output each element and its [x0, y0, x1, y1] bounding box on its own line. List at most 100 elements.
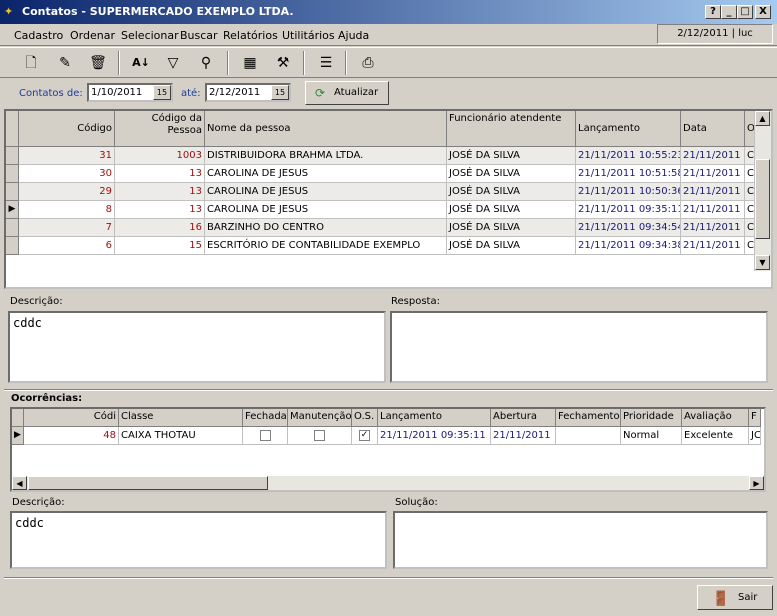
cell-nome: CAROLINA DE JESUS: [205, 183, 447, 201]
toolbar-separator: [303, 51, 305, 75]
oc-col-fechamento[interactable]: Fechamento: [556, 409, 621, 427]
oc-col-codigo[interactable]: Códi: [24, 409, 119, 427]
col-header-funcionario[interactable]: Funcionário atendente: [447, 111, 576, 147]
row-indicator: [6, 183, 19, 201]
calendar-picker-icon[interactable]: 15: [153, 85, 171, 100]
cell-fechada: [243, 427, 288, 445]
cell-f: JC: [749, 427, 761, 445]
binoculars-icon[interactable]: ⚲: [193, 51, 219, 75]
grid-corner: [6, 111, 19, 147]
oc-col-prioridade[interactable]: Prioridade: [621, 409, 682, 427]
refresh-button[interactable]: ⟳ Atualizar: [305, 81, 389, 105]
table-row[interactable]: 30 13 CAROLINA DE JESUS JOSÉ DA SILVA 21/11/…: [6, 165, 771, 183]
oc-col-lancamento[interactable]: Lançamento: [378, 409, 491, 427]
edit-icon[interactable]: ✎: [52, 51, 78, 75]
descricao-textarea[interactable]: cddc: [8, 311, 386, 383]
calendar-icon[interactable]: ▦: [237, 51, 263, 75]
cell-codigo: 8: [19, 201, 115, 219]
scroll-up-icon[interactable]: ▲: [755, 111, 770, 126]
oc-col-classe[interactable]: Classe: [119, 409, 243, 427]
oc-descricao-label: Descrição:: [12, 497, 65, 508]
ocorrencias-hscroll[interactable]: ◀ ▶: [12, 476, 764, 490]
hscroll-thumb[interactable]: [28, 476, 268, 490]
menu-buscar[interactable]: Buscar: [180, 29, 218, 42]
col-header-codigo-pessoa[interactable]: Código da Pessoa: [115, 111, 205, 147]
oc-col-abertura[interactable]: Abertura: [491, 409, 556, 427]
solucao-textarea[interactable]: [393, 511, 768, 569]
cell-data: 21/11/2011: [681, 237, 745, 255]
calendar-picker-icon[interactable]: 15: [271, 85, 289, 100]
resposta-textarea[interactable]: [390, 311, 768, 383]
table-row[interactable]: 31 1003 DISTRIBUIDORA BRAHMA LTDA. JOSÉ DA …: [6, 147, 771, 165]
scroll-right-icon[interactable]: ▶: [749, 476, 764, 490]
table-row[interactable]: 7 16 BARZINHO DO CENTRO JOSÉ DA SILVA 21/11/…: [6, 219, 771, 237]
app-logo-icon: ✦: [4, 5, 14, 18]
cell-nome: BARZINHO DO CENTRO: [205, 219, 447, 237]
cell-abertura: 21/11/2011: [491, 427, 556, 445]
col-header-codigo[interactable]: Código: [19, 111, 115, 147]
oc-col-f[interactable]: F: [749, 409, 761, 427]
cell-nome: CAROLINA DE JESUS: [205, 201, 447, 219]
checkbox[interactable]: [314, 429, 325, 441]
cell-lancamento: 21/11/2011 09:34:54: [576, 219, 681, 237]
window-title: Contatos - SUPERMERCADO EXEMPLO LTDA.: [22, 5, 294, 18]
checkbox[interactable]: [259, 429, 271, 441]
cell-lancamento: 21/11/2011 09:34:38: [576, 237, 681, 255]
print-icon[interactable]: ⎙: [355, 51, 381, 75]
oc-descricao-textarea[interactable]: cddc: [10, 511, 387, 569]
sort-az-icon[interactable]: A↓: [128, 51, 154, 75]
ocorrencias-rows: ▶ 48 CAIXA THOTAU ✓ 21/11/2011 09:35:11 21/11…: [12, 427, 764, 445]
menu-ordenar[interactable]: Ordenar: [70, 29, 115, 42]
col-header-lancamento[interactable]: Lançamento: [576, 111, 681, 147]
maximize-button[interactable]: □: [737, 5, 753, 19]
menu-ajuda[interactable]: Ajuda: [338, 29, 369, 42]
cell-prioridade: Normal: [621, 427, 682, 445]
checkbox[interactable]: ✓: [359, 429, 370, 441]
scroll-thumb[interactable]: [755, 159, 770, 239]
col-header-data[interactable]: Data: [681, 111, 745, 147]
cell-lancamento: 21/11/2011 09:35:11: [378, 427, 491, 445]
menu-cadastro[interactable]: Cadastro: [14, 29, 63, 42]
table-row[interactable]: ▶ 8 13 CAROLINA DE JESUS JOSÉ DA SILVA 21/11/…: [6, 201, 771, 219]
divider: [4, 389, 773, 391]
descricao-label: Descrição:: [10, 296, 63, 307]
table-row[interactable]: ▶ 48 CAIXA THOTAU ✓ 21/11/2011 09:35:11 21/11…: [12, 427, 764, 445]
delete-icon[interactable]: 🗑: [85, 51, 111, 75]
cell-avaliacao: Excelente: [682, 427, 749, 445]
list-icon[interactable]: ☰: [313, 51, 339, 75]
refresh-label: Atualizar: [334, 87, 379, 98]
oc-col-avaliacao[interactable]: Avaliação: [682, 409, 749, 427]
solucao-label: Solução:: [395, 497, 438, 508]
oc-col-manutencao[interactable]: Manutenção: [288, 409, 352, 427]
table-row[interactable]: 29 13 CAROLINA DE JESUS JOSÉ DA SILVA 21/11/…: [6, 183, 771, 201]
date-to-label: até:: [181, 88, 201, 99]
table-row[interactable]: 6 15 ESCRITÓRIO DE CONTABILIDADE EXEMPLO JO…: [6, 237, 771, 255]
menu-utilitarios[interactable]: Utilitários: [282, 29, 335, 42]
menu-selecionar[interactable]: Selecionar: [121, 29, 179, 42]
contacts-rows: 31 1003 DISTRIBUIDORA BRAHMA LTDA. JOSÉ DA …: [6, 147, 771, 255]
footer-divider: [4, 577, 773, 579]
help-button[interactable]: ?: [705, 5, 721, 19]
contacts-grid[interactable]: Código Código da Pessoa Nome da pessoa F…: [4, 109, 773, 289]
cell-funcionario: JOSÉ DA SILVA: [447, 183, 576, 201]
cell-nome: CAROLINA DE JESUS: [205, 165, 447, 183]
oc-col-fechada[interactable]: Fechada: [243, 409, 288, 427]
oc-col-os[interactable]: O.S.: [352, 409, 378, 427]
close-button[interactable]: X: [755, 5, 771, 19]
minimize-button[interactable]: _: [721, 5, 737, 19]
exit-button[interactable]: 🚪 Sair: [697, 585, 773, 610]
exit-label: Sair: [738, 592, 758, 603]
cell-data: 21/11/2011: [681, 165, 745, 183]
menu-relatorios[interactable]: Relatórios: [223, 29, 278, 42]
cell-os: ✓: [352, 427, 378, 445]
contacts-vscroll[interactable]: ▲ ▼: [754, 111, 771, 271]
scroll-left-icon[interactable]: ◀: [12, 476, 27, 490]
scroll-down-icon[interactable]: ▼: [755, 255, 770, 270]
tool-icon[interactable]: ⚒: [270, 51, 296, 75]
cell-nome: ESCRITÓRIO DE CONTABILIDADE EXEMPLO: [205, 237, 447, 255]
filter-icon[interactable]: ▽: [160, 51, 186, 75]
col-header-nome[interactable]: Nome da pessoa: [205, 111, 447, 147]
new-icon[interactable]: 🗋: [18, 51, 44, 75]
cell-codigo: 48: [24, 427, 119, 445]
grid-header: Código Código da Pessoa Nome da pessoa F…: [6, 111, 771, 147]
